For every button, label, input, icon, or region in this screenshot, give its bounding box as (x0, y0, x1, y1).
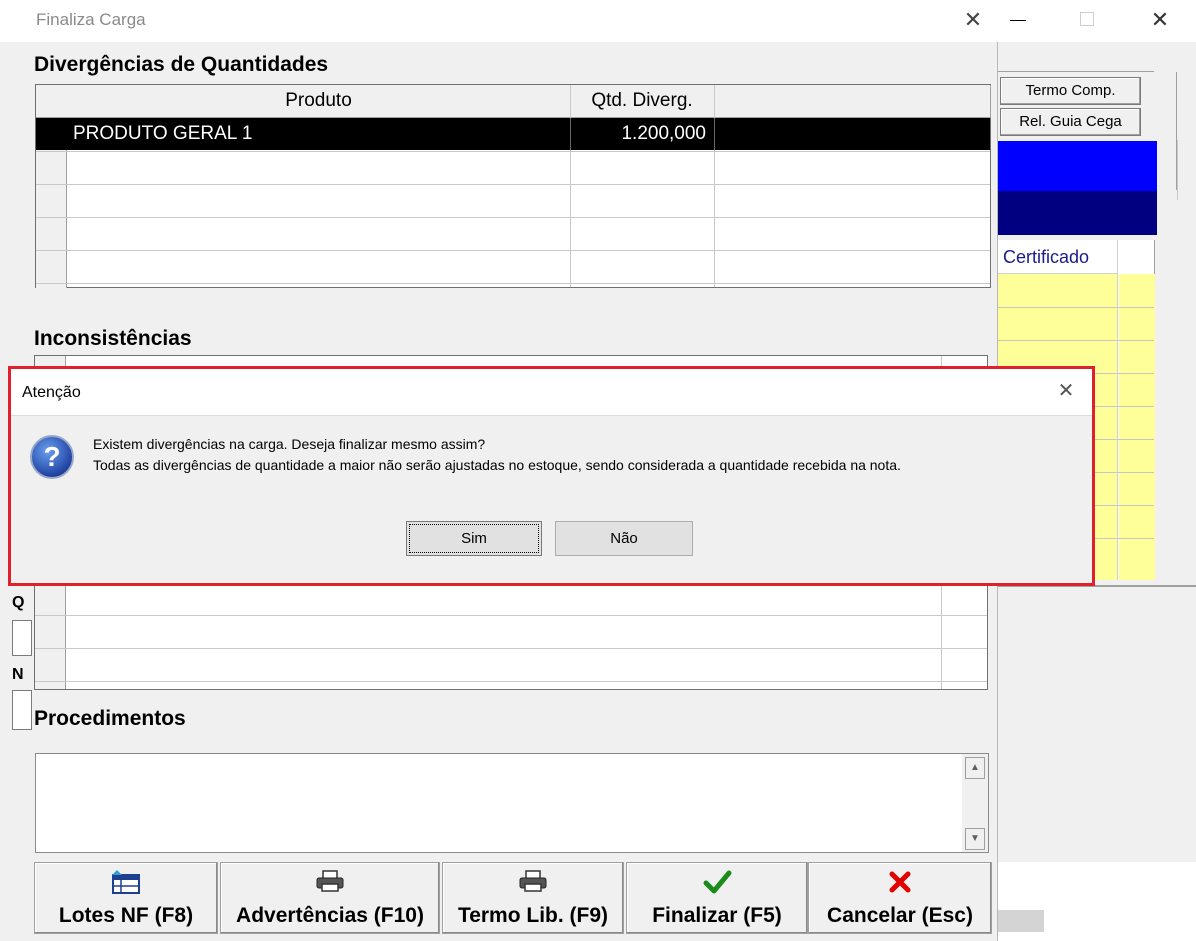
alert-title: Atenção (22, 384, 81, 401)
dialog-title: Finaliza Carga (36, 10, 146, 29)
scroll-down-icon[interactable]: ▼ (965, 828, 985, 850)
procedimentos-title: Procedimentos (34, 707, 186, 730)
textarea-scrollbar[interactable]: ▲ ▼ (962, 754, 988, 852)
background-field-n[interactable] (12, 690, 32, 730)
qtd-cell: 1.200,000 (621, 123, 706, 144)
cancelar-button[interactable]: Cancelar (Esc) (808, 862, 992, 934)
divergencias-title: Divergências de Quantidades (34, 53, 329, 76)
finalizar-label: Finalizar (F5) (652, 904, 782, 927)
background-progress (998, 910, 1044, 932)
background-minimize-icon[interactable] (1010, 20, 1026, 21)
background-scrollbar[interactable] (1177, 140, 1196, 200)
background-field-q[interactable] (12, 620, 32, 656)
termo-lib-label: Termo Lib. (F9) (457, 904, 609, 927)
advertencias-button[interactable]: Advertências (F10) (220, 862, 440, 934)
produto-column-header[interactable]: Produto (67, 85, 571, 118)
nao-button[interactable]: Não (555, 521, 693, 556)
dialog-titlebar (0, 0, 998, 42)
printer-icon (221, 869, 439, 901)
next-column-cells (1119, 274, 1155, 580)
atencao-alert-dialog: Atenção ✕ ? Existem divergências na carg… (8, 366, 1095, 586)
table-icon (35, 869, 217, 901)
grid-corner (36, 85, 68, 118)
dialog-close-icon[interactable]: ✕ (958, 6, 988, 34)
termo-comp-button[interactable]: Termo Comp. (1000, 77, 1141, 105)
lotes-nf-button[interactable]: Lotes NF (F8) (34, 862, 218, 934)
advertencias-label: Advertências (F10) (236, 904, 424, 927)
background-maximize-icon[interactable] (1080, 12, 1094, 26)
procedimentos-textarea[interactable]: ▲ ▼ (35, 753, 989, 853)
rel-guia-cega-button[interactable]: Rel. Guia Cega (1000, 108, 1141, 136)
background-label-q: Q (12, 594, 25, 611)
background-vertical-line (1176, 72, 1177, 190)
alert-divider (11, 415, 1092, 416)
produto-cell: PRODUTO GERAL 1 (73, 123, 253, 144)
lotes-nf-label: Lotes NF (F8) (58, 904, 194, 927)
question-icon: ? (28, 433, 76, 481)
x-icon (809, 869, 991, 901)
inconsistencias-title: Inconsistências (34, 327, 192, 350)
alert-close-icon[interactable]: ✕ (1051, 377, 1081, 405)
divergencias-grid: Produto Qtd. Diverg. PRODUTO GERAL 1 1.2… (35, 84, 991, 288)
background-label-n: N (12, 666, 24, 683)
alert-message-line1: Existem divergências na carga. Deseja fi… (93, 436, 486, 452)
qtd-column-header[interactable]: Qtd. Diverg. (570, 85, 715, 118)
svg-text:?: ? (43, 441, 60, 472)
finalizar-button[interactable]: Finalizar (F5) (626, 862, 808, 934)
alert-titlebar (11, 369, 1092, 415)
alert-message-line2: Todas as divergências de quantidade a ma… (93, 457, 901, 473)
sim-button[interactable]: Sim (406, 521, 542, 556)
certificado-column-header: Certificado (998, 240, 1118, 274)
checkmark-icon (627, 869, 807, 901)
table-row[interactable]: PRODUTO GERAL 1 1.200,000 (36, 118, 990, 150)
scroll-up-icon[interactable]: ▲ (965, 757, 985, 779)
printer-icon (443, 869, 623, 901)
termo-lib-button[interactable]: Termo Lib. (F9) (442, 862, 624, 934)
background-close-icon[interactable]: ✕ (1148, 6, 1172, 34)
cancelar-label: Cancelar (Esc) (827, 904, 973, 927)
empty-column-header (714, 85, 991, 118)
